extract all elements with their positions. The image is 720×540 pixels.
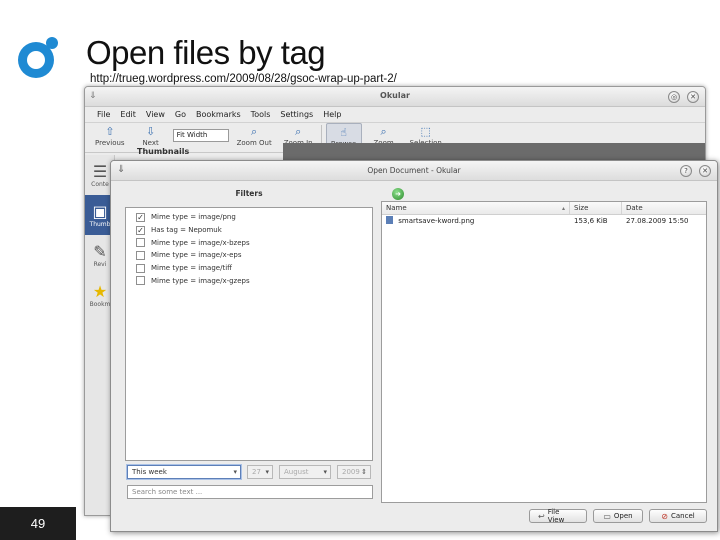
okular-window-buttons: ◎ ✕ bbox=[668, 91, 699, 103]
zoom-out-button[interactable]: ⌕ Zoom Out bbox=[233, 123, 276, 149]
file-size: 153,6 KiB bbox=[574, 217, 608, 225]
dialog-window-buttons: ? ✕ bbox=[680, 165, 711, 177]
checkbox[interactable] bbox=[136, 238, 145, 248]
arrow-up-icon: ⇧ bbox=[105, 125, 115, 138]
open-button[interactable]: ▭ Open bbox=[593, 509, 643, 523]
spin-arrows-icon: ⇕ bbox=[361, 468, 367, 476]
okular-title: Okular bbox=[380, 91, 410, 100]
folder-open-icon: ▭ bbox=[603, 511, 611, 521]
slide: Open files by tag http://trueg.wordpress… bbox=[0, 0, 720, 540]
zoom-combo[interactable]: Fit Width bbox=[172, 129, 229, 142]
menu-go[interactable]: Go bbox=[175, 110, 186, 119]
help-icon[interactable]: ? bbox=[680, 165, 692, 177]
page-number: 49 bbox=[0, 507, 76, 540]
selection-icon: ⬚ bbox=[420, 125, 431, 138]
slide-title: Open files by tag bbox=[86, 34, 326, 71]
close-icon[interactable]: ✕ bbox=[699, 165, 711, 177]
table-row[interactable]: smartsave-kword.png 153,6 KiB 27.08.2009… bbox=[382, 215, 706, 227]
filter-item[interactable]: Mime type = image/x-bzeps bbox=[126, 236, 372, 249]
month-select[interactable]: August ▾ bbox=[279, 465, 331, 479]
star-icon: ★ bbox=[92, 281, 108, 301]
dialog-buttons: ↩ File View ▭ Open ⊘ Cancel bbox=[529, 508, 707, 524]
column-name[interactable]: Name ▴ bbox=[382, 202, 570, 214]
date-filter-controls: This week ▾ 27 ▾ August ▾ 2009 ⇕ bbox=[127, 465, 375, 479]
file-list-header: Name ▴ Size Date bbox=[382, 202, 706, 215]
file-view-button[interactable]: ↩ File View bbox=[529, 508, 587, 524]
filter-item[interactable]: Mime type = image/x-eps bbox=[126, 249, 372, 262]
checkbox[interactable] bbox=[136, 276, 145, 286]
menu-edit[interactable]: Edit bbox=[120, 110, 136, 119]
okular-titlebar: ⇓ Okular ◎ ✕ bbox=[85, 87, 705, 107]
chevron-down-icon: ▾ bbox=[323, 468, 327, 476]
hand-icon: ☝ bbox=[340, 126, 347, 139]
file-list: Name ▴ Size Date smartsave-kword.png 153… bbox=[381, 201, 707, 503]
menu-help[interactable]: Help bbox=[323, 110, 341, 119]
checkbox[interactable] bbox=[136, 263, 145, 273]
period-select[interactable]: This week ▾ bbox=[127, 465, 241, 479]
filter-item[interactable]: ✓ Has tag = Nepomuk bbox=[126, 224, 372, 237]
zoom-in-icon: ⌕ bbox=[295, 125, 302, 138]
pen-icon: ✎ bbox=[93, 241, 107, 261]
chevron-down-icon: ▾ bbox=[233, 468, 237, 476]
previous-button[interactable]: ⇧ Previous bbox=[91, 123, 129, 149]
checkbox-checked[interactable]: ✓ bbox=[136, 212, 145, 222]
filter-item[interactable]: ✓ Mime type = image/png bbox=[126, 211, 372, 224]
minimize-icon[interactable]: ◎ bbox=[668, 91, 680, 103]
sort-asc-icon: ▴ bbox=[561, 205, 565, 212]
filter-item[interactable]: Mime type = image/tiff bbox=[126, 262, 372, 275]
checkbox-checked[interactable]: ✓ bbox=[136, 225, 145, 235]
column-size[interactable]: Size bbox=[570, 202, 622, 214]
search-input[interactable]: Search some text ... bbox=[127, 485, 373, 499]
menu-view[interactable]: View bbox=[146, 110, 165, 119]
filters-panel: Filters ✓ Mime type = image/png ✓ Has ta… bbox=[125, 185, 373, 461]
magnifier-icon: ⌕ bbox=[380, 125, 387, 138]
file-view-icon: ↩ bbox=[538, 511, 545, 521]
zoom-out-icon: ⌕ bbox=[251, 125, 258, 138]
menu-file[interactable]: File bbox=[97, 110, 110, 119]
kde-logo-icon bbox=[18, 37, 58, 78]
okular-menubar: File Edit View Go Bookmarks Tools Settin… bbox=[85, 107, 705, 123]
arrow-down-icon: ⇩ bbox=[145, 125, 156, 138]
list-icon: ☰ bbox=[92, 161, 108, 181]
cancel-button[interactable]: ⊘ Cancel bbox=[649, 509, 707, 523]
chevron-down-icon: ▾ bbox=[265, 468, 269, 476]
filter-item[interactable]: Mime type = image/x-gzeps bbox=[126, 274, 372, 287]
checkbox[interactable] bbox=[136, 250, 145, 260]
year-spinbox[interactable]: 2009 ⇕ bbox=[337, 465, 371, 479]
next-button[interactable]: ⇩ Next bbox=[133, 123, 169, 149]
dialog-titlebar: ⇓ Open Document - Okular ? ✕ bbox=[111, 161, 717, 181]
close-icon[interactable]: ✕ bbox=[687, 91, 699, 103]
image-file-icon bbox=[386, 216, 393, 224]
open-document-dialog: ⇓ Open Document - Okular ? ✕ Filters ✓ M… bbox=[110, 160, 718, 532]
menu-tools[interactable]: Tools bbox=[251, 110, 271, 119]
filters-list: ✓ Mime type = image/png ✓ Has tag = Nepo… bbox=[125, 207, 373, 461]
filters-label: Filters bbox=[235, 189, 263, 198]
day-select[interactable]: 27 ▾ bbox=[247, 465, 273, 479]
file-name: smartsave-kword.png bbox=[398, 217, 475, 225]
column-date[interactable]: Date bbox=[622, 202, 706, 214]
file-date: 27.08.2009 15:50 bbox=[626, 217, 689, 225]
menu-bookmarks[interactable]: Bookmarks bbox=[196, 110, 241, 119]
slide-url[interactable]: http://trueg.wordpress.com/2009/08/28/gs… bbox=[90, 73, 397, 85]
go-forward-icon[interactable]: ➜ bbox=[392, 188, 404, 200]
menu-settings[interactable]: Settings bbox=[280, 110, 313, 119]
thumbnail-icon: ▣ bbox=[92, 201, 108, 221]
thumbnails-header: Thumbnails bbox=[137, 147, 190, 156]
cancel-icon: ⊘ bbox=[661, 511, 668, 521]
dialog-title: Open Document - Okular bbox=[367, 166, 461, 175]
